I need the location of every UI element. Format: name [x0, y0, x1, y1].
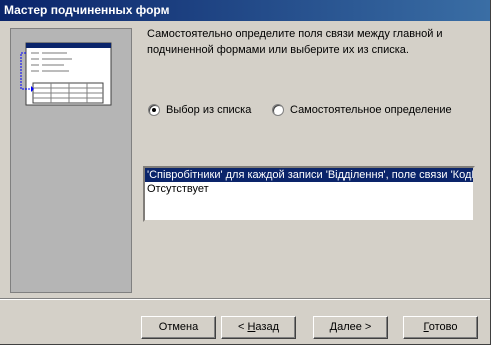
back-button[interactable]: < Назад	[221, 316, 296, 339]
wizard-preview-image	[10, 28, 132, 293]
form-preview-illustration	[20, 42, 112, 106]
finish-button[interactable]: Готово	[403, 316, 478, 339]
title-bar[interactable]: Мастер подчиненных форм	[0, 0, 490, 21]
subform-wizard-window: Мастер подчиненных форм Самостоятельно о…	[0, 0, 491, 345]
back-rest: азад	[255, 321, 279, 333]
radio-button-unchecked[interactable]	[272, 104, 284, 116]
instruction-text: Самостоятельно определите поля связи меж…	[147, 28, 443, 56]
next-button[interactable]: Далее >	[313, 316, 388, 339]
divider-highlight	[0, 299, 490, 300]
list-item[interactable]: Отсутствует	[145, 182, 473, 196]
window-title: Мастер подчиненных форм	[4, 3, 170, 17]
link-fields-listbox[interactable]: 'Співробітники' для каждой записи 'Відді…	[143, 166, 475, 222]
list-item[interactable]: 'Співробітники' для каждой записи 'Відді…	[145, 168, 473, 182]
finish-rest: отово	[428, 321, 458, 333]
next-rest: алее >	[337, 321, 372, 333]
radio-button-checked[interactable]	[148, 104, 160, 116]
radio-from-list-label: Выбор из списка	[166, 104, 252, 116]
radio-manual-label: Самостоятельное определение	[290, 104, 452, 116]
next-accel: Д	[329, 321, 338, 333]
radio-from-list[interactable]: Выбор из списка	[148, 102, 251, 118]
cancel-button[interactable]: Отмена	[141, 316, 216, 339]
radio-manual[interactable]: Самостоятельное определение	[272, 102, 452, 118]
cancel-button-label: Отмена	[158, 321, 199, 333]
